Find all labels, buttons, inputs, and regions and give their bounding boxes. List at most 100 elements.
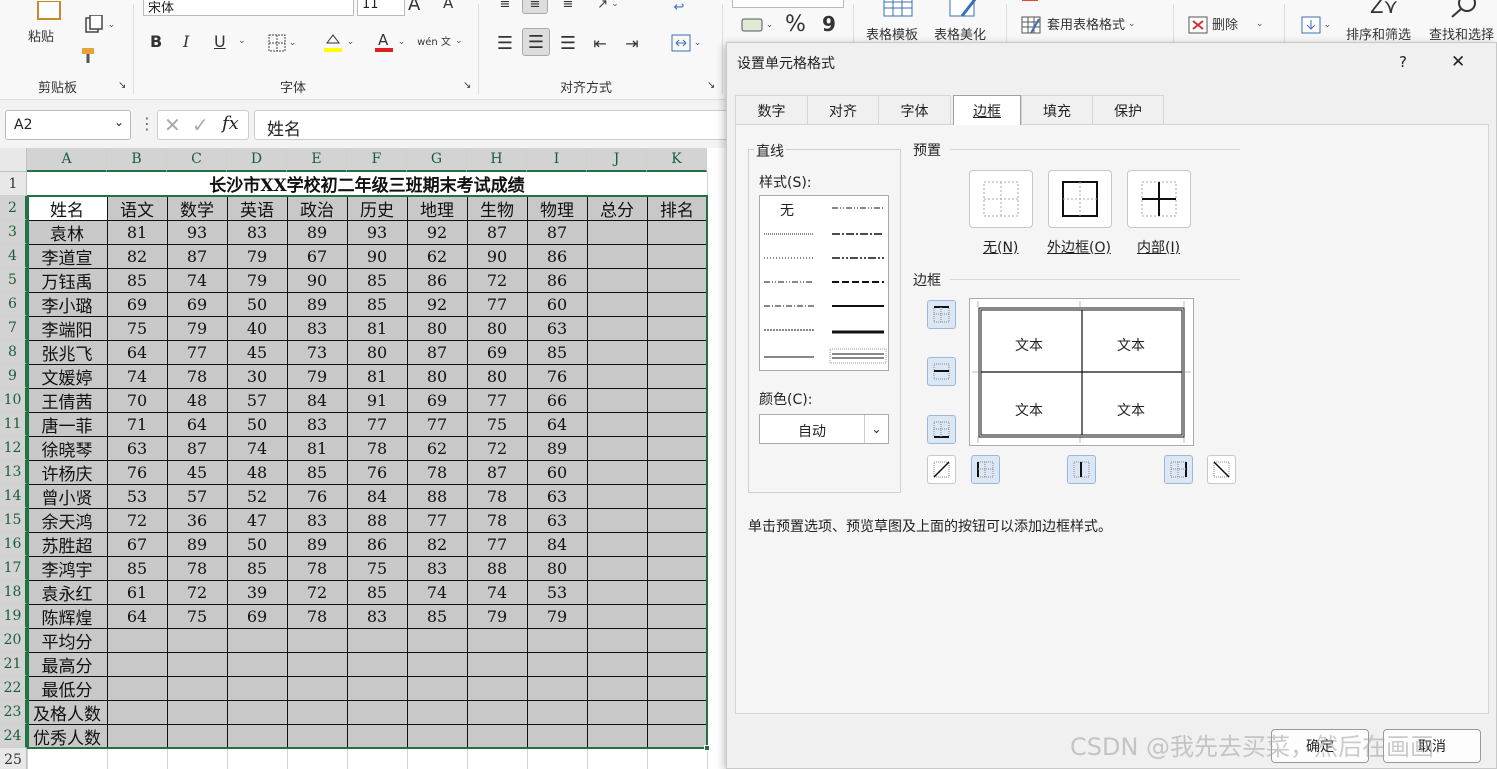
align-top-icon[interactable]: ≡: [492, 0, 518, 14]
comma-button[interactable]: 9: [822, 12, 836, 36]
preset-none-button[interactable]: [969, 170, 1033, 228]
find-select-icon[interactable]: [1446, 0, 1482, 20]
clipboard-launcher-icon[interactable]: ↘: [118, 80, 126, 91]
line-styles-icon[interactable]: [760, 196, 888, 370]
row-header[interactable]: 3: [0, 220, 27, 244]
row-header[interactable]: 5: [0, 268, 27, 292]
confirm-icon[interactable]: ✓: [192, 113, 209, 137]
column-header[interactable]: I: [527, 148, 587, 172]
column-header[interactable]: C: [167, 148, 227, 172]
alignment-launcher-icon[interactable]: ↘: [707, 80, 715, 91]
column-header[interactable]: K: [647, 148, 707, 172]
tab-alignment[interactable]: 对齐: [807, 95, 879, 125]
table-template-button[interactable]: 表格模板: [866, 24, 918, 43]
column-header[interactable]: G: [407, 148, 467, 172]
tab-protection[interactable]: 保护: [1092, 95, 1164, 125]
row-header[interactable]: 6: [0, 292, 27, 316]
phonetic-dropdown-icon[interactable]: ⌄: [452, 36, 463, 46]
select-all-corner[interactable]: [0, 148, 27, 172]
currency-icon[interactable]: ⌄: [733, 14, 781, 36]
column-header[interactable]: H: [467, 148, 527, 172]
row-header[interactable]: 22: [0, 676, 27, 700]
row-header[interactable]: 18: [0, 580, 27, 604]
tab-font[interactable]: 字体: [878, 95, 951, 125]
font-size-select[interactable]: 11: [357, 0, 405, 16]
fill-icon[interactable]: ⌄: [1296, 14, 1336, 36]
row-header[interactable]: 14: [0, 484, 27, 508]
row-header[interactable]: 2: [0, 196, 27, 220]
copy-icon[interactable]: ⌄: [78, 14, 120, 36]
border-diagonal-up-button[interactable]: [927, 455, 956, 484]
fill-color-icon[interactable]: ⌄: [318, 30, 358, 54]
table-template-icon[interactable]: [880, 0, 916, 20]
underline-button[interactable]: U: [214, 32, 226, 51]
orientation-icon[interactable]: ↗ ⌄: [588, 0, 628, 14]
row-header[interactable]: 19: [0, 604, 27, 628]
formula-bar-grip-icon[interactable]: ⋮: [139, 114, 155, 133]
apply-table-format-button[interactable]: 套用表格格式 ⌄: [1047, 14, 1136, 33]
row-header[interactable]: 23: [0, 700, 27, 724]
delete-button[interactable]: 删除 ⌄: [1212, 14, 1264, 33]
close-button[interactable]: ✕: [1451, 52, 1465, 72]
sort-filter-icon[interactable]: Z⋎: [1364, 0, 1404, 20]
conditional-format-icon[interactable]: [1020, 0, 1040, 4]
find-select-button[interactable]: 查找和选择: [1429, 24, 1494, 43]
preset-outline-button[interactable]: [1048, 170, 1112, 228]
apply-table-format-icon[interactable]: [1020, 14, 1042, 36]
row-header[interactable]: 9: [0, 364, 27, 388]
row-header[interactable]: 21: [0, 652, 27, 676]
paste-icon[interactable]: [30, 0, 68, 22]
row-header[interactable]: 17: [0, 556, 27, 580]
paste-button[interactable]: 粘贴: [28, 26, 54, 45]
tab-fill[interactable]: 填充: [1021, 95, 1093, 125]
row-header[interactable]: 10: [0, 388, 27, 412]
merge-center-icon[interactable]: ⌄: [664, 30, 708, 56]
sort-filter-button[interactable]: 排序和筛选: [1346, 24, 1411, 43]
line-style-list[interactable]: 无: [759, 195, 889, 371]
font-name-select[interactable]: 宋体: [143, 0, 354, 16]
fill-handle[interactable]: [704, 745, 710, 751]
border-top-button[interactable]: [927, 300, 956, 329]
sheet-title[interactable]: 长沙市XX学校初二年级三班期末考试成绩: [27, 172, 707, 196]
row-header[interactable]: 4: [0, 244, 27, 268]
border-icon[interactable]: ⌄: [264, 33, 300, 53]
insert-function-button[interactable]: fx: [222, 113, 239, 134]
row-header[interactable]: 8: [0, 340, 27, 364]
ok-button[interactable]: 确定: [1271, 729, 1369, 763]
italic-button[interactable]: I: [183, 32, 189, 51]
row-header[interactable]: 13: [0, 460, 27, 484]
decrease-font-icon[interactable]: A: [443, 0, 453, 12]
tab-number[interactable]: 数字: [735, 95, 808, 125]
table-beautify-button[interactable]: 表格美化: [934, 24, 986, 43]
font-color-icon[interactable]: A ⌄: [368, 30, 410, 54]
border-right-button[interactable]: [1164, 455, 1193, 484]
row-header[interactable]: 20: [0, 628, 27, 652]
border-left-button[interactable]: [971, 455, 1000, 484]
tab-border[interactable]: 边框: [953, 95, 1021, 125]
increase-indent-icon[interactable]: ⇥: [620, 30, 644, 56]
color-select[interactable]: 自动 ⌄: [759, 414, 889, 444]
spreadsheet-grid[interactable]: A B C D E F G H I J K 1 2 3 4 5 6 7 8 9 10 11 12 13 14 15 16 17 18 19…: [0, 148, 727, 769]
row-header[interactable]: 15: [0, 508, 27, 532]
column-header[interactable]: B: [107, 148, 167, 172]
row-header[interactable]: 11: [0, 412, 27, 436]
number-format-select[interactable]: [732, 0, 844, 8]
row-header[interactable]: 1: [0, 172, 27, 196]
border-preview[interactable]: 文本 文本 文本 文本: [969, 298, 1194, 446]
column-header[interactable]: E: [287, 148, 347, 172]
name-box[interactable]: A2 ⌄: [5, 110, 131, 140]
wrap-text-icon[interactable]: ↩: [664, 0, 694, 18]
row-header[interactable]: 7: [0, 316, 27, 340]
column-header[interactable]: D: [227, 148, 287, 172]
increase-font-icon[interactable]: A: [408, 0, 420, 15]
column-header[interactable]: A: [27, 148, 107, 172]
font-launcher-icon[interactable]: ↘: [463, 80, 471, 91]
decrease-indent-icon[interactable]: ⇤: [588, 30, 612, 56]
border-bottom-button[interactable]: [927, 415, 956, 444]
align-right-icon[interactable]: ☰: [555, 30, 581, 56]
row-header[interactable]: 16: [0, 532, 27, 556]
column-header[interactable]: J: [587, 148, 647, 172]
align-center-icon[interactable]: ☰: [522, 28, 550, 56]
cancel-button[interactable]: 取消: [1383, 729, 1481, 763]
underline-dropdown-icon[interactable]: ⌄: [235, 36, 246, 46]
